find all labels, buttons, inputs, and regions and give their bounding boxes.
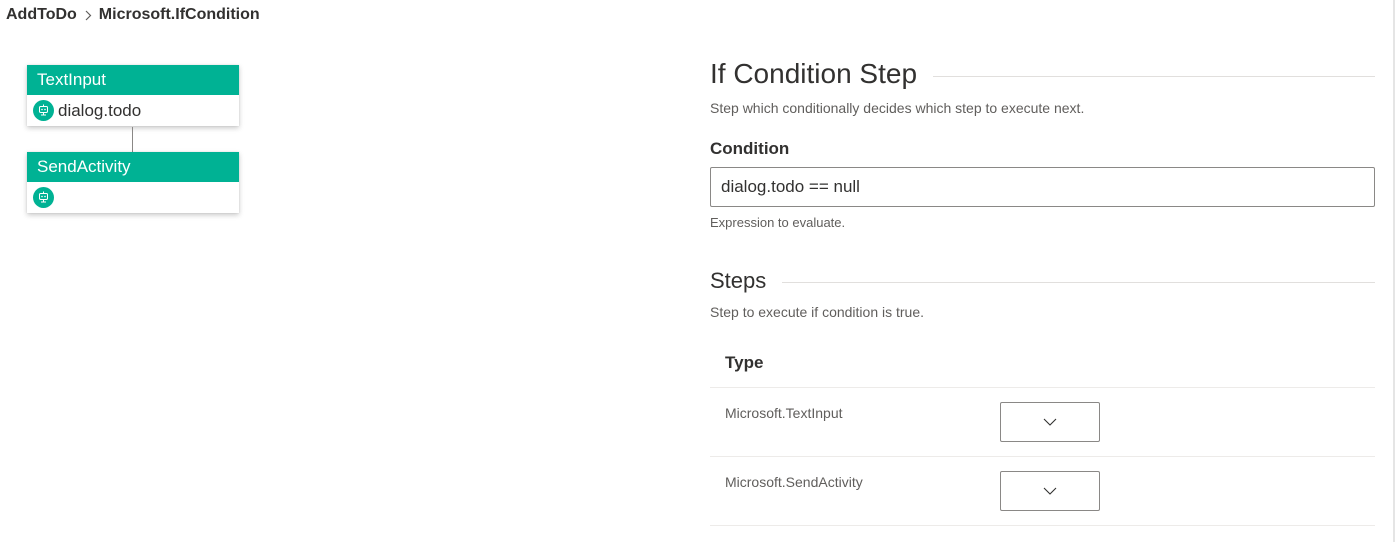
breadcrumb-item-ifcondition[interactable]: Microsoft.IfCondition [99, 6, 260, 24]
node-title: TextInput [27, 65, 239, 95]
table-row: Microsoft.TextInput [710, 388, 1375, 457]
steps-title: Steps [710, 266, 1375, 296]
steps-table: Type Microsoft.TextInput Microsoft.SendA… [710, 338, 1375, 526]
form-description: Step which conditionally decides which s… [710, 100, 1085, 116]
chevron-down-icon [1043, 487, 1057, 495]
condition-label: Condition [710, 139, 790, 158]
node-textinput[interactable]: TextInput dialog.todo [27, 65, 239, 126]
breadcrumb-item-addtodo[interactable]: AddToDo [6, 6, 77, 24]
node-body: dialog.todo [27, 95, 239, 126]
node-body [27, 182, 239, 213]
title-divider [933, 75, 1375, 77]
node-body-text: dialog.todo [58, 100, 142, 120]
properties-form: If Condition Step Step which conditional… [710, 56, 1375, 526]
type-dropdown[interactable] [1000, 471, 1100, 511]
chevron-right-icon [85, 10, 92, 21]
condition-input[interactable] [710, 167, 1375, 207]
form-title: If Condition Step [710, 56, 1375, 92]
chevron-down-icon [1043, 418, 1057, 426]
steps-title-text: Steps [710, 268, 767, 293]
row-type-label: Microsoft.SendActivity [725, 474, 863, 490]
row-type-label: Microsoft.TextInput [725, 405, 843, 421]
node-title: SendActivity [27, 152, 239, 182]
form-title-text: If Condition Step [710, 58, 918, 89]
bot-icon [33, 100, 54, 121]
type-dropdown[interactable] [1000, 402, 1100, 442]
breadcrumb: AddToDo Microsoft.IfCondition [6, 4, 260, 26]
column-header-type: Type [710, 338, 1375, 388]
node-connector [132, 127, 133, 152]
steps-description: Step to execute if condition is true. [710, 304, 925, 320]
node-sendactivity[interactable]: SendActivity [27, 152, 239, 213]
bot-icon [33, 187, 54, 208]
table-row: Microsoft.SendActivity [710, 457, 1375, 526]
steps-divider [782, 281, 1375, 283]
condition-help: Expression to evaluate. [710, 215, 846, 230]
